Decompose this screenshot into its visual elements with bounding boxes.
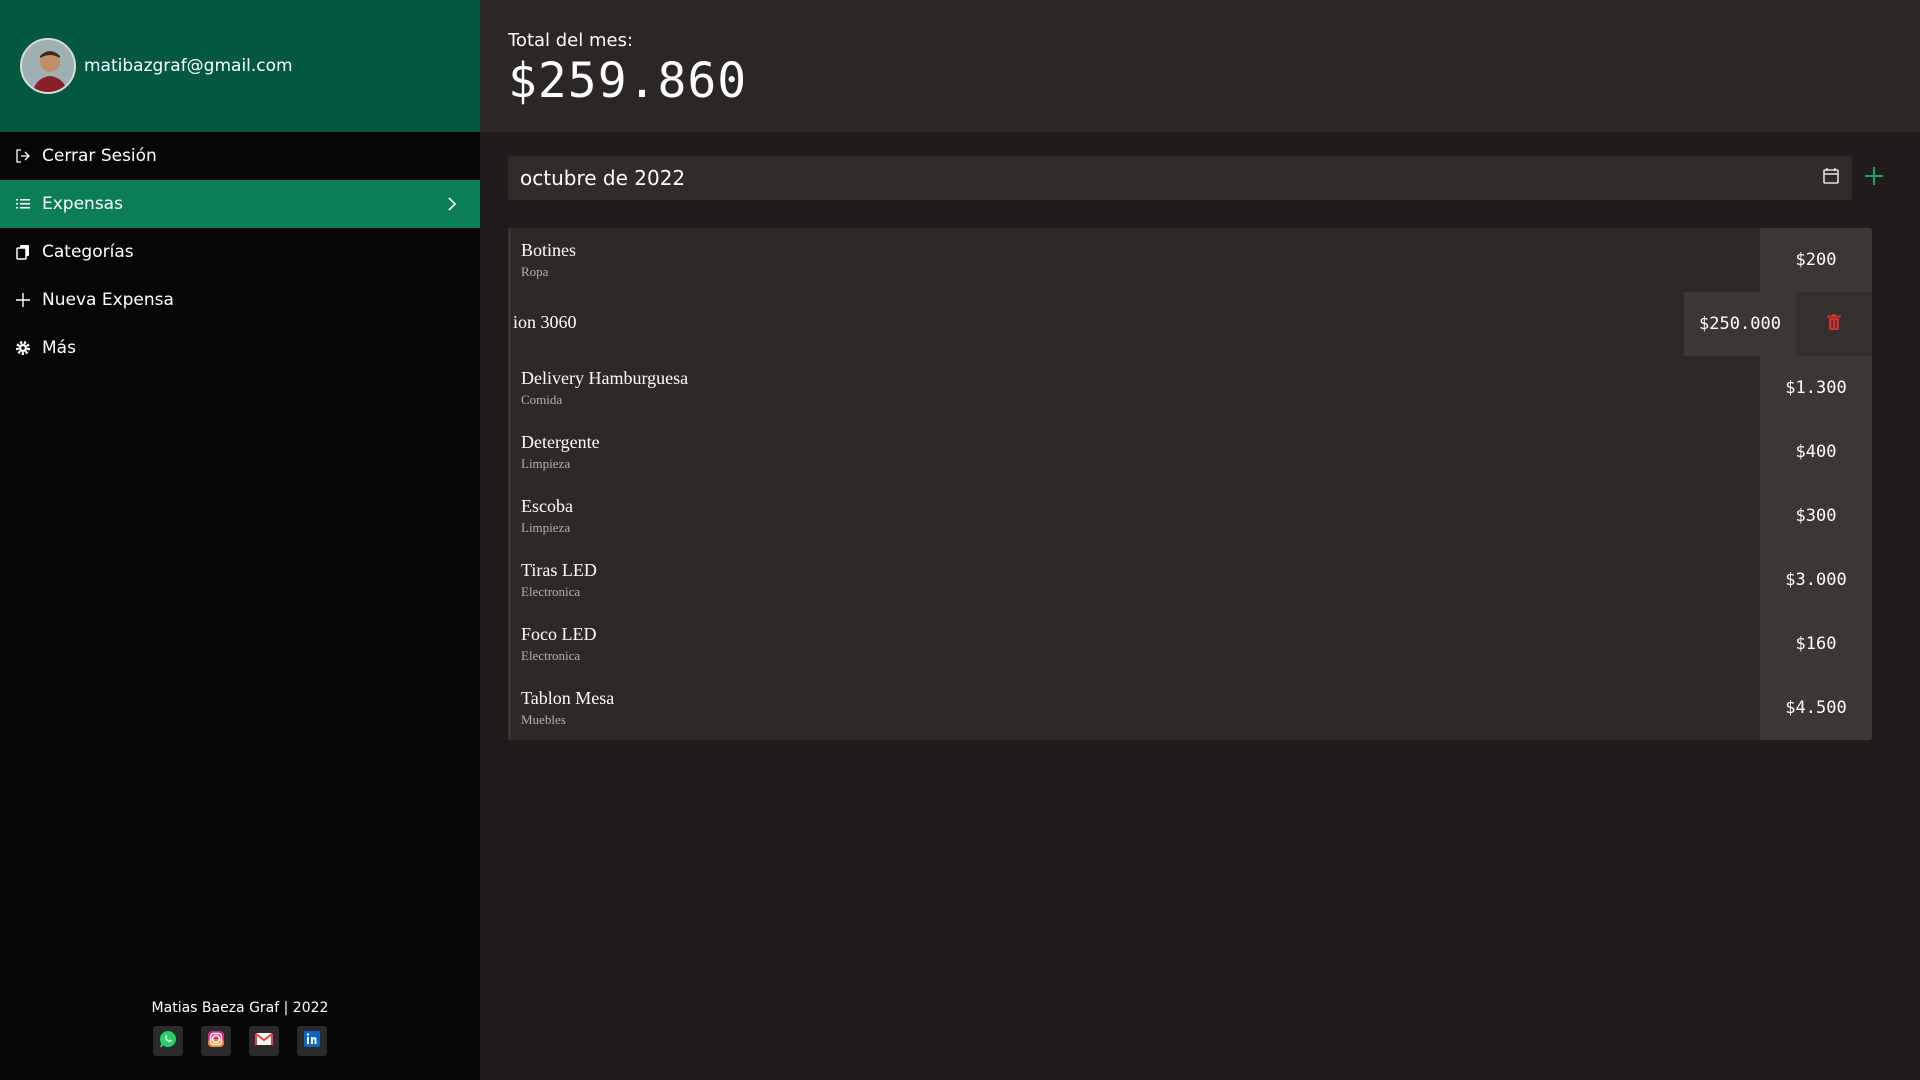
expense-category: Comida <box>521 392 563 407</box>
nav-item-label: Expensas <box>42 194 123 214</box>
expense-row[interactable]: Botines Ropa $200 <box>511 228 1872 292</box>
total-header: Total del mes: $259.860 <box>480 0 1920 132</box>
expense-row[interactable]: Detergente Limpieza $400 <box>511 420 1872 484</box>
expense-row[interactable]: Foco LED Electronica $160 <box>511 612 1872 676</box>
whatsapp-button[interactable] <box>153 1026 183 1056</box>
expense-row[interactable]: Tiras LED Electronica $3.000 <box>511 548 1872 612</box>
sidebar-nav: Cerrar Sesión Expensas Categorías Nueva … <box>0 132 480 372</box>
expense-info: Detergente Limpieza <box>511 432 600 472</box>
expense-amount: $300 <box>1760 484 1872 548</box>
profile-header: matibazgraf@gmail.com <box>0 0 480 132</box>
expense-amount: $1.300 <box>1760 356 1872 420</box>
expense-row[interactable]: Escoba Limpieza $300 <box>511 484 1872 548</box>
expense-row[interactable]: Tablon Mesa Muebles $4.500 <box>511 676 1872 740</box>
gmail-button[interactable] <box>249 1026 279 1056</box>
expense-name: ion 3060 <box>513 312 577 332</box>
trash-icon <box>1825 313 1843 335</box>
expense-info: Tiras LED Electronica <box>511 560 597 600</box>
expense-amount: $4.500 <box>1760 676 1872 740</box>
instagram-icon <box>206 1029 226 1053</box>
total-label: Total del mes: <box>508 30 634 51</box>
gear-icon <box>14 339 32 357</box>
expense-category: Limpieza <box>521 520 571 535</box>
nav-item-label: Cerrar Sesión <box>42 146 157 166</box>
expense-info: Escoba Limpieza <box>511 496 573 536</box>
expense-list: Botines Ropa $200 ion 3060 $250.000 Deli… <box>508 228 1872 740</box>
expense-category: Electronica <box>521 584 581 599</box>
expense-category: Ropa <box>521 264 549 279</box>
delete-expense-button[interactable] <box>1796 292 1872 356</box>
expense-name: Botines <box>521 240 577 260</box>
list-icon <box>14 195 32 213</box>
nav-item-nueva-expensa[interactable]: Nueva Expensa <box>0 276 480 324</box>
instagram-button[interactable] <box>201 1026 231 1056</box>
expense-amount: $3.000 <box>1760 548 1872 612</box>
nav-item-label: Categorías <box>42 242 134 262</box>
logout-icon <box>14 147 32 165</box>
expense-row[interactable]: Delivery Hamburguesa Comida $1.300 <box>511 356 1872 420</box>
nav-item-label: Nueva Expensa <box>42 290 174 310</box>
footer-credit: Matias Baeza Graf | 2022 <box>151 1000 329 1016</box>
expense-name: Foco LED <box>521 624 597 644</box>
expense-info: ion 3060 <box>511 312 577 336</box>
add-expense-button[interactable] <box>1852 156 1896 200</box>
whatsapp-icon <box>158 1029 178 1053</box>
expense-info: Botines Ropa <box>511 240 576 280</box>
expense-name: Delivery Hamburguesa <box>521 368 689 388</box>
expense-info: Foco LED Electronica <box>511 624 597 664</box>
month-row: octubre de 2022 <box>508 156 1896 200</box>
nav-item-expensas[interactable]: Expensas <box>0 180 480 228</box>
plus-icon <box>14 291 32 309</box>
expense-name: Escoba <box>521 496 573 516</box>
sidebar: matibazgraf@gmail.com Cerrar Sesión Expe… <box>0 0 480 1080</box>
expense-category: Electronica <box>521 648 581 663</box>
expense-name: Tiras LED <box>521 560 597 580</box>
copy-icon <box>14 243 32 261</box>
total-value: $259.860 <box>508 53 748 109</box>
expense-name: Detergente <box>521 432 600 452</box>
chevron-right-icon <box>442 194 462 214</box>
expense-amount: $160 <box>1760 612 1872 676</box>
linkedin-button[interactable] <box>297 1026 327 1056</box>
social-links <box>0 1026 480 1056</box>
plus-icon <box>1863 165 1885 191</box>
expense-amount: $400 <box>1760 420 1872 484</box>
gmail-icon <box>254 1029 274 1053</box>
nav-item-categorias[interactable]: Categorías <box>0 228 480 276</box>
nav-item-cerrar-sesion[interactable]: Cerrar Sesión <box>0 132 480 180</box>
month-picker[interactable]: octubre de 2022 <box>508 156 1852 200</box>
calendar-icon[interactable] <box>1822 167 1840 189</box>
nav-item-label: Más <box>42 338 76 358</box>
expense-amount: $250.000 <box>1684 292 1796 356</box>
month-value: octubre de 2022 <box>520 166 686 190</box>
avatar[interactable] <box>20 38 76 94</box>
expense-row-swiped[interactable]: ion 3060 $250.000 <box>511 292 1872 356</box>
expense-name: Tablon Mesa <box>521 688 615 708</box>
expense-info: Delivery Hamburguesa Comida <box>511 368 688 408</box>
user-email: matibazgraf@gmail.com <box>84 56 293 76</box>
expense-amount: $200 <box>1760 228 1872 292</box>
swipe-actions: $250.000 <box>1684 292 1872 356</box>
sidebar-footer: Matias Baeza Graf | 2022 <box>0 1000 480 1080</box>
linkedin-icon <box>302 1029 322 1053</box>
main-content: Total del mes: $259.860 octubre de 2022 … <box>480 0 1920 1080</box>
expense-info: Tablon Mesa Muebles <box>511 688 614 728</box>
nav-item-mas[interactable]: Más <box>0 324 480 372</box>
expense-category: Limpieza <box>521 456 571 471</box>
expense-category: Muebles <box>521 712 566 727</box>
